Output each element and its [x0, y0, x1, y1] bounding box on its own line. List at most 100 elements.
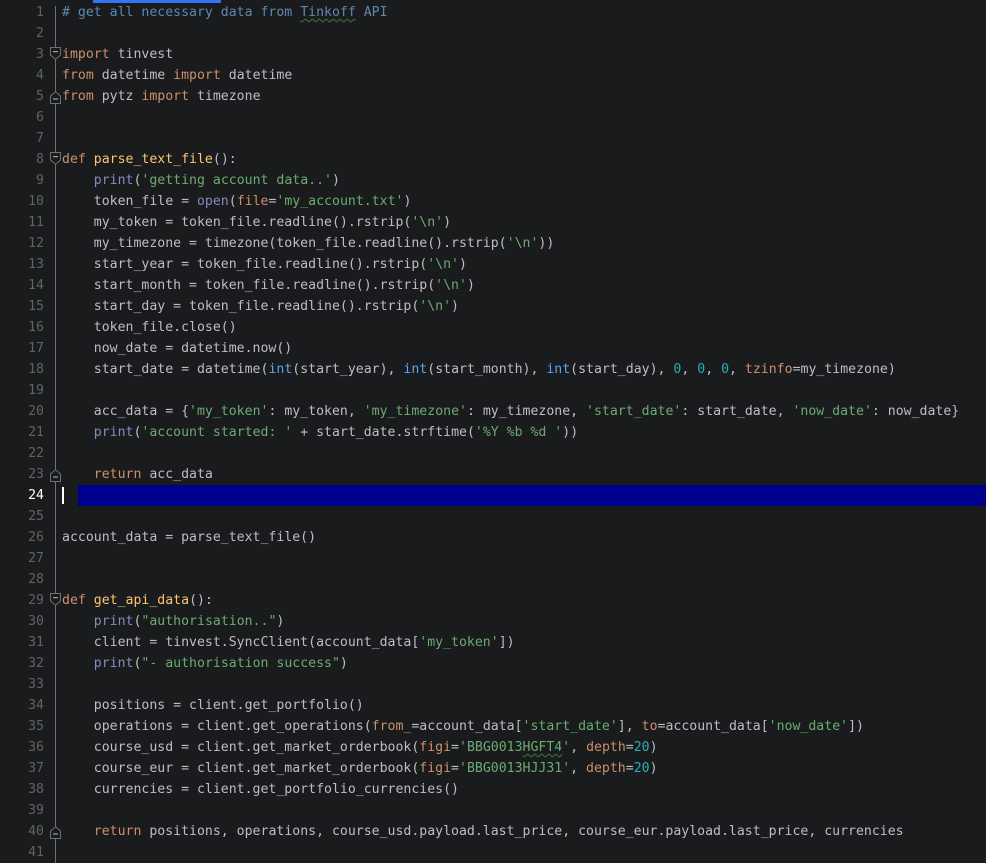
- code-line[interactable]: token_file.close(): [62, 317, 237, 338]
- line-number[interactable]: 22: [0, 443, 44, 464]
- fold-collapse-icon[interactable]: [50, 593, 61, 606]
- code-token: tzinfo: [744, 362, 793, 377]
- code-line[interactable]: operations = client.get_operations(from_…: [62, 716, 864, 737]
- code-line[interactable]: import tinvest: [62, 44, 173, 65]
- line-number[interactable]: 35: [0, 716, 44, 737]
- code-line[interactable]: acc_data = {'my_token': my_token, 'my_ti…: [62, 401, 959, 422]
- code-line[interactable]: print('account started: ' + start_date.s…: [62, 422, 578, 443]
- code-token: ): [331, 173, 340, 188]
- code-token: my_timezone = timezone(token_file.readli…: [62, 236, 507, 251]
- line-number[interactable]: 33: [0, 674, 44, 695]
- line-number[interactable]: 20: [0, 401, 44, 422]
- code-line[interactable]: def parse_text_file():: [62, 149, 237, 170]
- code-line[interactable]: my_token = token_file.readline().rstrip(…: [62, 212, 451, 233]
- line-number[interactable]: 11: [0, 212, 44, 233]
- line-number[interactable]: 9: [0, 170, 44, 191]
- code-line[interactable]: return positions, operations, course_usd…: [62, 821, 904, 842]
- line-number[interactable]: 6: [0, 107, 44, 128]
- line-number[interactable]: 2: [0, 23, 44, 44]
- code-line[interactable]: # get all necessary data from Tinkoff AP…: [62, 2, 388, 23]
- line-number[interactable]: 19: [0, 380, 44, 401]
- line-number[interactable]: 24: [0, 485, 44, 506]
- code-token: timezone: [189, 89, 261, 104]
- line-number[interactable]: 15: [0, 296, 44, 317]
- code-line[interactable]: my_timezone = timezone(token_file.readli…: [62, 233, 555, 254]
- code-line[interactable]: print("authorisation.."): [62, 611, 285, 632]
- code-line[interactable]: print("- authorisation success"): [62, 653, 348, 674]
- line-number[interactable]: 18: [0, 359, 44, 380]
- code-line[interactable]: currencies = client.get_portfolio_curren…: [62, 779, 459, 800]
- code-token: 'account started: ': [141, 425, 293, 440]
- code-line[interactable]: start_year = token_file.readline().rstri…: [62, 254, 467, 275]
- line-number[interactable]: 7: [0, 128, 44, 149]
- line-number[interactable]: 17: [0, 338, 44, 359]
- line-number[interactable]: 1: [0, 2, 44, 23]
- code-token: ():: [189, 593, 213, 608]
- line-number[interactable]: 38: [0, 779, 44, 800]
- fold-collapse-icon[interactable]: [50, 47, 61, 60]
- code-line[interactable]: from datetime import datetime: [62, 65, 292, 86]
- fold-collapse-icon[interactable]: [50, 152, 61, 165]
- line-number[interactable]: 12: [0, 233, 44, 254]
- code-line[interactable]: start_date = datetime(int(start_year), i…: [62, 359, 896, 380]
- code-line[interactable]: positions = client.get_portfolio(): [62, 695, 364, 716]
- line-number[interactable]: 30: [0, 611, 44, 632]
- line-number[interactable]: 40: [0, 821, 44, 842]
- code-line[interactable]: def get_api_data():: [62, 590, 213, 611]
- code-token: )): [562, 425, 579, 440]
- code-token: int: [268, 362, 293, 377]
- line-number[interactable]: 10: [0, 191, 44, 212]
- line-number[interactable]: 8: [0, 149, 44, 170]
- line-number[interactable]: 27: [0, 548, 44, 569]
- code-line[interactable]: client = tinvest.SyncClient(account_data…: [62, 632, 515, 653]
- code-token: ,: [570, 740, 587, 755]
- line-number[interactable]: 23: [0, 464, 44, 485]
- active-tab-indicator: [93, 0, 221, 3]
- line-number[interactable]: 13: [0, 254, 44, 275]
- code-token: import: [173, 68, 221, 83]
- code-line[interactable]: now_date = datetime.now(): [62, 338, 293, 359]
- line-number[interactable]: 37: [0, 758, 44, 779]
- code-line[interactable]: course_eur = client.get_market_orderbook…: [62, 758, 658, 779]
- line-number[interactable]: 5: [0, 86, 44, 107]
- line-number[interactable]: 28: [0, 569, 44, 590]
- fold-region-end-icon[interactable]: [50, 826, 61, 839]
- line-number[interactable]: 26: [0, 527, 44, 548]
- code-token: API: [355, 5, 388, 20]
- code-token: token_file.close(): [62, 320, 237, 335]
- code-editor[interactable]: # get all necessary data from Tinkoff AP…: [0, 0, 986, 863]
- code-line[interactable]: from pytz import timezone: [62, 86, 261, 107]
- line-number[interactable]: 32: [0, 653, 44, 674]
- line-number[interactable]: 31: [0, 632, 44, 653]
- line-number[interactable]: 34: [0, 695, 44, 716]
- line-number[interactable]: 29: [0, 590, 44, 611]
- code-line[interactable]: course_usd = client.get_market_orderbook…: [62, 737, 658, 758]
- line-number[interactable]: 14: [0, 275, 44, 296]
- line-number[interactable]: 21: [0, 422, 44, 443]
- code-token: print: [93, 425, 134, 440]
- code-line[interactable]: start_day = token_file.readline().rstrip…: [62, 296, 459, 317]
- code-line[interactable]: account_data = parse_text_file(): [62, 527, 316, 548]
- line-number[interactable]: 39: [0, 800, 44, 821]
- code-token: 'BBG0013: [459, 740, 523, 755]
- line-number[interactable]: 16: [0, 317, 44, 338]
- code-token: start_date = datetime(: [62, 362, 269, 377]
- line-number[interactable]: 25: [0, 506, 44, 527]
- line-number[interactable]: 41: [0, 842, 44, 863]
- code-line[interactable]: print('getting account data..'): [62, 170, 340, 191]
- code-token: return: [93, 467, 142, 482]
- line-number[interactable]: 4: [0, 65, 44, 86]
- line-number[interactable]: 36: [0, 737, 44, 758]
- code-token: : my_timezone,: [466, 404, 587, 419]
- code-token: '\n': [506, 236, 539, 251]
- line-number[interactable]: 3: [0, 44, 44, 65]
- code-line[interactable]: return acc_data: [62, 464, 213, 485]
- code-line[interactable]: token_file = open(file='my_account.txt'): [62, 191, 412, 212]
- fold-region-end-icon[interactable]: [50, 469, 61, 482]
- code-line[interactable]: start_month = token_file.readline().rstr…: [62, 275, 475, 296]
- fold-region-end-icon[interactable]: [50, 91, 61, 104]
